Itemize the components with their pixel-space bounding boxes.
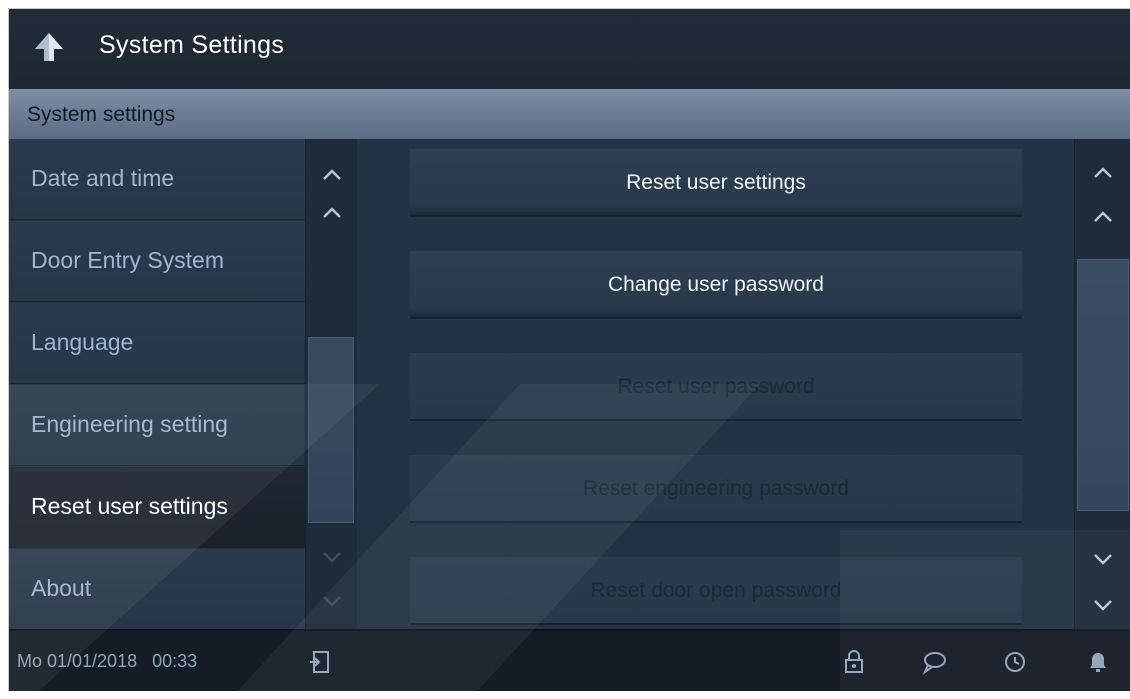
- menu-item-reset-user-settings[interactable]: Reset user settings: [9, 467, 305, 548]
- scroll-thumb[interactable]: [1077, 259, 1129, 511]
- reset-user-password-button[interactable]: Reset user password: [410, 353, 1022, 421]
- bell-icon[interactable]: [1085, 649, 1111, 675]
- menu-item-label: Door Entry System: [31, 247, 224, 273]
- chevron-up-icon[interactable]: [1089, 163, 1117, 183]
- history-icon[interactable]: [1001, 649, 1027, 675]
- chevron-down-icon[interactable]: [318, 591, 346, 611]
- button-label: Change user password: [608, 273, 824, 296]
- status-time: 00:33: [152, 651, 198, 671]
- chevron-down-icon[interactable]: [1089, 595, 1117, 615]
- chevron-up-icon[interactable]: [1089, 207, 1117, 227]
- menu-item-language[interactable]: Language: [9, 303, 305, 384]
- menu-item-label: About: [31, 575, 92, 601]
- change-user-password-button[interactable]: Change user password: [410, 251, 1022, 319]
- status-date: Mo 01/01/2018: [17, 651, 138, 671]
- reset-user-settings-button[interactable]: Reset user settings: [410, 149, 1022, 217]
- status-bar: Mo 01/01/2018 00:33: [9, 629, 1130, 691]
- content-panel: Reset user settings Change user password…: [357, 139, 1074, 629]
- reset-engineering-password-button[interactable]: Reset engineering password: [410, 455, 1022, 523]
- reset-door-open-password-button[interactable]: Reset door open password: [410, 557, 1022, 625]
- message-icon[interactable]: [921, 649, 947, 675]
- menu-item-label: Date and time: [31, 165, 175, 191]
- exit-icon[interactable]: [307, 649, 333, 675]
- menu-item-label: Engineering setting: [31, 411, 228, 437]
- page-title: System Settings: [99, 31, 285, 59]
- section-title: System settings: [27, 103, 176, 126]
- section-header: System settings: [9, 89, 1130, 140]
- title-bar: System Settings: [9, 9, 1130, 89]
- back-arrow-icon[interactable]: [29, 27, 69, 67]
- button-label: Reset engineering password: [582, 477, 850, 500]
- scroll-thumb[interactable]: [308, 337, 354, 523]
- menu-item-about[interactable]: About: [9, 549, 305, 630]
- button-label: Reset door open password: [590, 579, 842, 602]
- status-clock: Mo 01/01/2018 00:33: [17, 651, 197, 672]
- lock-icon[interactable]: [841, 649, 867, 675]
- menu-item-door-entry-system[interactable]: Door Entry System: [9, 221, 305, 302]
- chevron-up-icon[interactable]: [318, 165, 346, 185]
- menu-scrollbar[interactable]: [305, 139, 358, 629]
- menu-item-label: Language: [31, 329, 134, 355]
- app-window: System Settings System settings Date and…: [8, 8, 1130, 691]
- chevron-up-icon[interactable]: [318, 203, 346, 223]
- menu-item-label: Reset user settings: [31, 493, 228, 519]
- settings-menu: Date and time Door Entry System Language…: [9, 139, 305, 630]
- menu-item-date-and-time[interactable]: Date and time: [9, 139, 305, 220]
- button-label: Reset user password: [617, 375, 815, 398]
- button-label: Reset user settings: [626, 171, 806, 194]
- chevron-down-icon[interactable]: [1089, 549, 1117, 569]
- content-scrollbar[interactable]: [1074, 139, 1130, 629]
- chevron-down-icon[interactable]: [318, 547, 346, 567]
- menu-item-engineering-setting[interactable]: Engineering setting: [9, 385, 305, 466]
